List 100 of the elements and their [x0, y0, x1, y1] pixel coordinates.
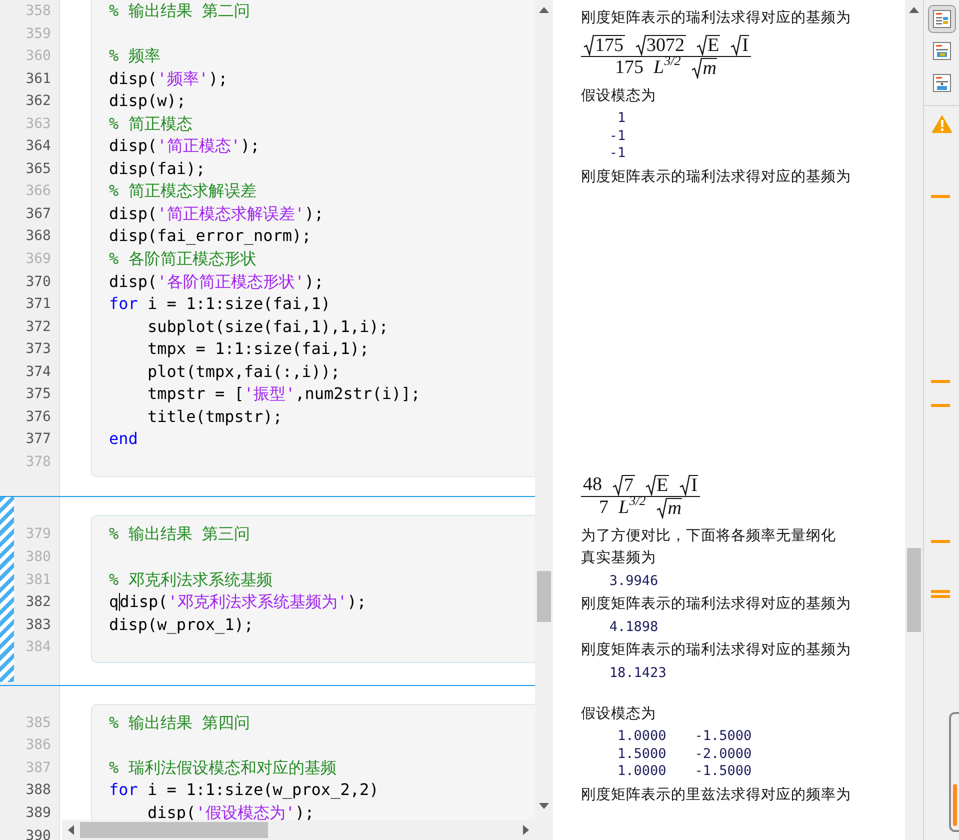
line-number: 379: [26, 525, 51, 544]
line-number: 383: [26, 616, 51, 635]
scroll-up-icon[interactable]: [909, 7, 919, 13]
math-term: E: [656, 474, 670, 496]
output-scrollbar[interactable]: [905, 0, 923, 840]
math-term: m: [702, 58, 718, 78]
code-text: % 简正模态求解误差: [109, 180, 256, 202]
warning-marker[interactable]: [931, 404, 950, 407]
code-text: title(tmpstr);: [146, 406, 282, 428]
code-text: subplot(size(fai,1),1,i);: [146, 316, 388, 338]
scrollbar-thumb[interactable]: [80, 822, 268, 838]
horizontal-scrollbar[interactable]: [62, 820, 535, 840]
code-text: disp(: [109, 68, 158, 90]
code-text: '简正模态求解误差': [157, 202, 304, 225]
output-value: -1: [608, 128, 626, 145]
line-number: 378: [26, 452, 51, 472]
code-text: );: [240, 135, 260, 158]
line-number: 367: [26, 204, 51, 224]
line-number: 380: [26, 548, 51, 568]
scroll-down-icon[interactable]: [539, 803, 549, 809]
output-value: -1: [608, 145, 626, 162]
warning-marker[interactable]: [931, 195, 950, 198]
code-text: );: [208, 68, 228, 90]
line-number: 385: [26, 714, 51, 733]
code-text: % 输出结果 第四问: [109, 712, 250, 734]
line-number: 369: [26, 250, 51, 270]
line-number: 389: [26, 804, 51, 823]
line-number: 370: [26, 272, 51, 292]
warning-marker[interactable]: [931, 540, 950, 543]
math-term: 7: [623, 474, 634, 496]
code-section[interactable]: [91, 0, 535, 478]
code-text: for: [109, 293, 138, 316]
output-value: -1.5000: [694, 728, 752, 746]
code-text: '假设模态为': [196, 802, 295, 822]
code-text: disp(: [109, 202, 158, 225]
vertical-scrollbar[interactable]: [535, 0, 553, 840]
scroll-right-icon[interactable]: [523, 825, 529, 835]
output-value: 1.5000: [616, 746, 666, 764]
math-term: E: [706, 34, 720, 56]
warning-marker[interactable]: [931, 380, 950, 383]
output-text: 刚度矩阵表示的里兹法求得对应的频率为: [581, 786, 852, 805]
scrollbar-thumb[interactable]: [537, 571, 551, 622]
code-text: i = 1:1:size(fai,1): [146, 293, 331, 316]
warning-icon[interactable]: [930, 114, 952, 134]
code-text: disp(: [109, 270, 158, 293]
layout-icon: [932, 73, 952, 93]
code-text: '各阶简正模态形状': [157, 270, 304, 293]
output-text: 刚度矩阵表示的瑞利法求得对应的基频为: [581, 640, 852, 660]
scroll-position-indicator[interactable]: [949, 712, 959, 832]
code-text: % 输出结果 第二问: [109, 0, 250, 22]
line-number: 373: [26, 340, 51, 360]
output-text: 刚度矩阵表示的瑞利法求得对应的基频为: [581, 168, 852, 186]
output-text: 假设模态为: [581, 86, 657, 106]
line-number: 386: [26, 736, 51, 756]
code-text: '频率': [157, 68, 208, 90]
line-number: 376: [26, 408, 51, 427]
math-term: I: [690, 474, 698, 496]
line-number: 363: [26, 114, 51, 134]
line-number: 361: [26, 70, 51, 89]
code-text: end: [109, 428, 138, 450]
output-value: 18.1423: [608, 664, 666, 682]
line-number: 387: [26, 758, 51, 778]
scroll-left-icon[interactable]: [68, 825, 74, 835]
code-text: '振型': [244, 383, 296, 406]
line-number: 371: [26, 295, 51, 314]
line-number: 362: [26, 92, 51, 112]
code-text: % 频率: [109, 45, 160, 68]
code-text: );: [347, 591, 366, 614]
line-number: 382: [26, 593, 51, 612]
math-term: 175: [615, 56, 644, 78]
line-number: 364: [26, 137, 51, 156]
line-number: 390: [26, 826, 51, 840]
output-value: -2.0000: [694, 746, 752, 764]
view-button[interactable]: [928, 5, 956, 33]
output-value: 3.9946: [608, 572, 658, 590]
code-text: tmpx = 1:1:size(fai,1);: [146, 338, 370, 360]
code-text: i = 1:1:size(w_prox_2,2): [146, 779, 379, 802]
code-text: );: [304, 202, 324, 225]
code-section[interactable]: % 输出结果 第三问 % 邓克利法求系统基频 qdisp('邓克利法求系统基频为'); disp(w_prox_1);: [91, 515, 535, 663]
line-number: 372: [26, 318, 51, 337]
scroll-up-icon[interactable]: [539, 7, 549, 13]
math-term: 7: [599, 496, 608, 519]
line-number: 381: [26, 570, 51, 590]
line-number: 366: [26, 182, 51, 202]
scrollbar-thumb[interactable]: [907, 548, 921, 632]
code-text: % 邓克利法求系统基频: [109, 568, 272, 591]
code-text: % 输出结果 第三问: [109, 523, 250, 546]
code-text: plot(tmpx,fai(:,i));: [146, 360, 340, 383]
warning-marker[interactable]: [931, 595, 950, 598]
math-term: 48: [583, 474, 602, 496]
code-section[interactable]: % 输出结果 第四问 % 瑞利法假设模态和对应的基频 for i = 1:1:size(w_prox_2,2) disp('假设模态为');: [91, 704, 535, 823]
line-number: 374: [26, 362, 51, 382]
output-text: 刚度矩阵表示的瑞利法求得对应的基频为: [581, 8, 852, 28]
code-text: disp(w);: [109, 90, 186, 112]
code-text: );: [304, 270, 324, 293]
code-text: disp(: [120, 591, 168, 614]
code-text: tmpstr = [: [146, 383, 244, 406]
warning-marker[interactable]: [931, 590, 950, 593]
code-text: '简正模态': [157, 135, 240, 158]
math-term: 3072: [646, 34, 686, 56]
